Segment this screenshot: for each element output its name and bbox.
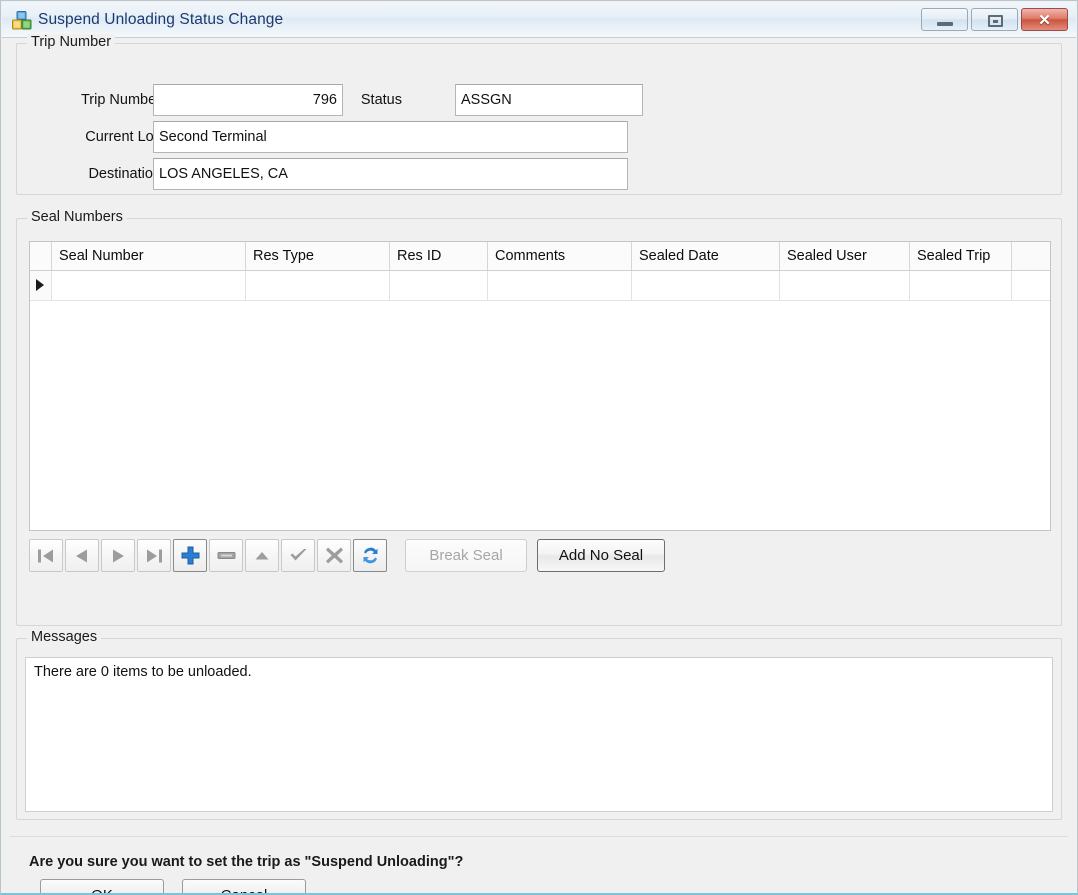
post-edit-button[interactable] bbox=[281, 539, 315, 572]
window-title: Suspend Unloading Status Change bbox=[38, 11, 284, 28]
add-no-seal-button[interactable]: Add No Seal bbox=[537, 539, 665, 572]
up-triangle-icon bbox=[255, 551, 269, 559]
grid-column-header[interactable]: Sealed User bbox=[780, 242, 910, 270]
close-button[interactable]: ✕ bbox=[1021, 8, 1068, 31]
grid-header-row: Seal Number Res Type Res ID Comments Sealed … bbox=[30, 242, 1050, 271]
first-record-icon bbox=[38, 549, 53, 562]
next-record-icon bbox=[113, 549, 124, 562]
messages-text: There are 0 items to be unloaded. bbox=[34, 664, 252, 680]
current-loc-value: Second Terminal bbox=[159, 129, 267, 145]
destination-label: Destination bbox=[88, 166, 161, 182]
record-navigator-toolbar: Break Seal Add No Seal bbox=[29, 539, 665, 572]
grid-body bbox=[30, 271, 1050, 301]
confirmation-panel: Are you sure you want to set the trip as… bbox=[2, 837, 1076, 893]
trip-number-group-legend: Trip Number bbox=[27, 34, 116, 50]
minus-icon bbox=[217, 552, 235, 559]
grid-column-header[interactable]: Sealed Trip bbox=[910, 242, 1012, 270]
grid-column-header[interactable]: Sealed Date bbox=[632, 242, 780, 270]
x-cross-icon bbox=[325, 547, 343, 564]
grid-cell[interactable] bbox=[632, 271, 780, 300]
grid-column-header[interactable]: Res ID bbox=[390, 242, 488, 270]
seal-numbers-group: Seal Numbers Seal Number Res Type Res ID Co… bbox=[16, 209, 1062, 626]
messages-textarea[interactable]: There are 0 items to be unloaded. bbox=[25, 657, 1053, 812]
edit-record-button[interactable] bbox=[245, 539, 279, 572]
grid-cell[interactable] bbox=[52, 271, 246, 300]
client-area: Trip Number Trip Number 796 Status ASSGN… bbox=[2, 34, 1076, 893]
grid-cell[interactable] bbox=[390, 271, 488, 300]
restore-button[interactable] bbox=[971, 8, 1018, 31]
minimize-button[interactable] bbox=[921, 8, 968, 31]
app-cubes-icon bbox=[12, 11, 32, 30]
ok-button[interactable]: OK bbox=[40, 879, 164, 893]
previous-record-button[interactable] bbox=[65, 539, 99, 572]
seal-numbers-grid[interactable]: Seal Number Res Type Res ID Comments Sealed … bbox=[29, 241, 1051, 531]
close-icon: ✕ bbox=[1038, 11, 1051, 29]
restore-icon bbox=[988, 15, 1003, 27]
grid-cell[interactable] bbox=[780, 271, 910, 300]
trip-number-input[interactable]: 796 bbox=[153, 84, 343, 116]
grid-cell[interactable] bbox=[910, 271, 1012, 300]
first-record-button[interactable] bbox=[29, 539, 63, 572]
grid-cell[interactable] bbox=[246, 271, 390, 300]
refresh-button[interactable] bbox=[353, 539, 387, 572]
last-record-icon bbox=[147, 549, 162, 562]
plus-icon bbox=[181, 546, 199, 565]
status-value: ASSGN bbox=[461, 92, 512, 108]
checkmark-icon bbox=[290, 549, 306, 561]
grid-column-header[interactable]: Seal Number bbox=[52, 242, 246, 270]
break-seal-button[interactable]: Break Seal bbox=[405, 539, 527, 572]
refresh-icon bbox=[363, 547, 377, 564]
confirmation-question: Are you sure you want to set the trip as… bbox=[29, 854, 464, 870]
last-record-button[interactable] bbox=[137, 539, 171, 572]
grid-column-header[interactable]: Res Type bbox=[246, 242, 390, 270]
minimize-icon bbox=[937, 22, 953, 26]
confirmation-buttons: OK Cancel bbox=[40, 879, 306, 893]
grid-row-header-corner bbox=[30, 242, 52, 270]
status-input[interactable]: ASSGN bbox=[455, 84, 643, 116]
grid-column-header[interactable]: Comments bbox=[488, 242, 632, 270]
current-row-arrow-icon bbox=[36, 279, 44, 291]
row-selector[interactable] bbox=[30, 271, 52, 300]
trip-number-label: Trip Number bbox=[80, 92, 161, 108]
application-window: Suspend Unloading Status Change ✕ Trip N… bbox=[0, 0, 1078, 895]
messages-group: Messages There are 0 items to be unloade… bbox=[16, 629, 1062, 820]
next-record-button[interactable] bbox=[101, 539, 135, 572]
destination-input[interactable]: LOS ANGELES, CA bbox=[153, 158, 628, 190]
trip-number-group: Trip Number Trip Number 796 Status ASSGN… bbox=[16, 34, 1062, 195]
grid-empty-space bbox=[30, 301, 1050, 530]
current-loc-label: Current Loc bbox=[85, 129, 161, 145]
current-loc-input[interactable]: Second Terminal bbox=[153, 121, 628, 153]
seal-numbers-group-legend: Seal Numbers bbox=[27, 209, 127, 225]
destination-value: LOS ANGELES, CA bbox=[159, 166, 288, 182]
status-label: Status bbox=[360, 92, 402, 108]
add-record-button[interactable] bbox=[173, 539, 207, 572]
table-row[interactable] bbox=[30, 271, 1050, 301]
cancel-edit-button[interactable] bbox=[317, 539, 351, 572]
title-bar[interactable]: Suspend Unloading Status Change ✕ bbox=[2, 2, 1076, 38]
delete-record-button[interactable] bbox=[209, 539, 243, 572]
cancel-button[interactable]: Cancel bbox=[182, 879, 306, 893]
grid-cell[interactable] bbox=[488, 271, 632, 300]
previous-record-icon bbox=[76, 549, 87, 562]
messages-group-legend: Messages bbox=[27, 629, 102, 645]
window-controls: ✕ bbox=[921, 8, 1068, 31]
